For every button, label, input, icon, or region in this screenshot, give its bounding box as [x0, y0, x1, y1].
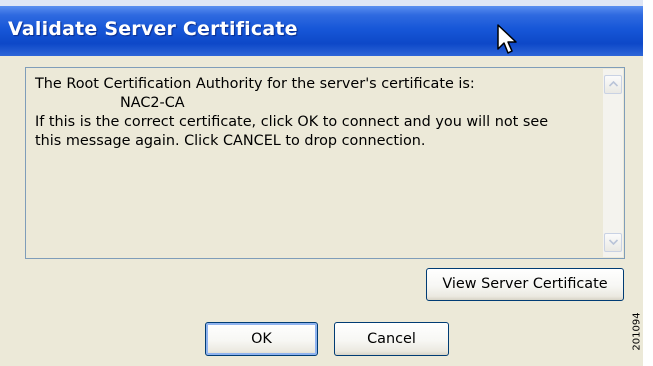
message-line-4: this message again. Click CANCEL to drop…	[35, 133, 426, 149]
mouse-pointer-icon	[497, 24, 517, 54]
scroll-up-button[interactable]	[604, 75, 622, 94]
view-server-certificate-button[interactable]: View Server Certificate	[426, 268, 624, 301]
chevron-up-icon	[609, 81, 618, 87]
dialog-title: Validate Server Certificate	[8, 18, 298, 40]
scroll-down-button[interactable]	[604, 233, 622, 252]
figure-number-label: 201094	[632, 300, 653, 366]
certificate-authority-name: NAC2-CA	[120, 95, 185, 111]
certificate-message: The Root Certification Authority for the…	[35, 75, 600, 151]
title-bar[interactable]: Validate Server Certificate	[0, 6, 643, 56]
message-line-1: The Root Certification Authority for the…	[35, 76, 475, 92]
dialog-window: Validate Server Certificate The Root Cer…	[0, 0, 643, 366]
message-line-3: If this is the correct certificate, clic…	[35, 114, 549, 130]
figure-number: 201094	[631, 312, 643, 351]
ok-button[interactable]: OK	[205, 322, 318, 356]
cancel-button[interactable]: Cancel	[334, 322, 449, 356]
chevron-down-icon	[609, 239, 618, 245]
certificate-message-box[interactable]: The Root Certification Authority for the…	[25, 67, 625, 259]
vertical-scrollbar[interactable]	[603, 69, 623, 257]
